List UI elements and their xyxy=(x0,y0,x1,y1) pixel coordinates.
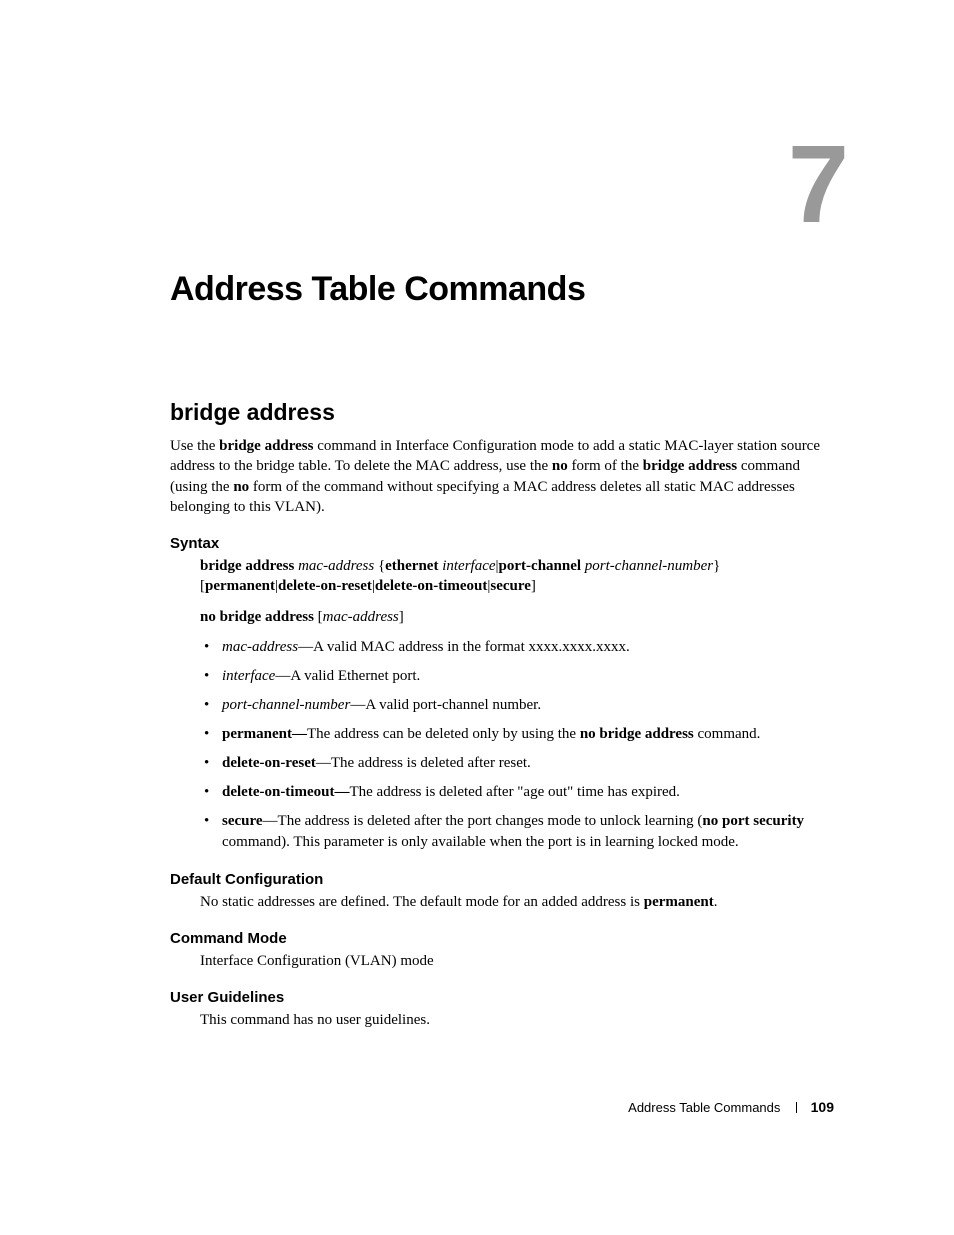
syntax-line-2: no bridge address [mac-address] xyxy=(200,607,834,627)
list-item: mac-address—A valid MAC address in the f… xyxy=(200,637,834,658)
param-desc-bold: no port security xyxy=(702,813,804,829)
param-desc: —The address is deleted after the port c… xyxy=(263,813,703,829)
command-mode-text: Interface Configuration (VLAN) mode xyxy=(200,951,834,971)
text: ] xyxy=(531,578,536,594)
param-name: mac-address xyxy=(222,639,298,655)
text-bold: no bridge address xyxy=(200,609,314,625)
section-title: bridge address xyxy=(170,399,834,426)
list-item: delete-on-reset—The address is deleted a… xyxy=(200,753,834,774)
list-item: delete-on-timeout—The address is deleted… xyxy=(200,782,834,803)
text: Use the xyxy=(170,438,219,454)
page-number: 109 xyxy=(811,1099,834,1115)
text-bold: secure xyxy=(490,578,531,594)
text-bold: port-channel xyxy=(499,558,585,574)
default-config-text: No static addresses are defined. The def… xyxy=(200,892,834,912)
param-name: delete-on-reset xyxy=(222,755,316,771)
chapter-title: Address Table Commands xyxy=(170,270,834,309)
text-italic: port-channel-number xyxy=(585,558,713,574)
footer-label: Address Table Commands xyxy=(628,1100,780,1115)
page-footer: Address Table Commands 109 xyxy=(628,1099,834,1115)
text-bold: bridge address xyxy=(200,558,298,574)
param-desc: —A valid MAC address in the format xxxx.… xyxy=(298,639,630,655)
list-item: secure—The address is deleted after the … xyxy=(200,811,834,853)
section-intro: Use the bridge address command in Interf… xyxy=(170,436,834,517)
document-page: 7 Address Table Commands bridge address … xyxy=(0,0,954,1235)
text: . xyxy=(714,894,718,910)
default-config-heading: Default Configuration xyxy=(170,871,834,888)
list-item: permanent—The address can be deleted onl… xyxy=(200,724,834,745)
param-desc-bold: no bridge address xyxy=(580,726,694,742)
command-mode-heading: Command Mode xyxy=(170,930,834,947)
param-desc: The address can be deleted only by using… xyxy=(307,726,580,742)
text-bold: no xyxy=(233,479,249,495)
param-desc: command. xyxy=(694,726,761,742)
footer-separator xyxy=(796,1102,797,1113)
param-desc: command). This parameter is only availab… xyxy=(222,834,739,850)
text: { xyxy=(374,558,385,574)
param-name: interface xyxy=(222,668,275,684)
text-bold: bridge address xyxy=(219,438,313,454)
param-name: secure xyxy=(222,813,263,829)
user-guidelines-heading: User Guidelines xyxy=(170,989,834,1006)
param-name: port-channel-number xyxy=(222,697,350,713)
param-desc: —A valid Ethernet port. xyxy=(275,668,420,684)
syntax-line-1: bridge address mac-address {ethernet int… xyxy=(200,556,834,597)
list-item: interface—A valid Ethernet port. xyxy=(200,666,834,687)
text: form of the xyxy=(568,458,643,474)
text: No static addresses are defined. The def… xyxy=(200,894,644,910)
param-desc: The address is deleted after "age out" t… xyxy=(349,784,679,800)
text-bold: delete-on-reset xyxy=(278,578,372,594)
text-bold: ethernet xyxy=(385,558,442,574)
parameter-list: mac-address—A valid MAC address in the f… xyxy=(200,637,834,853)
param-name: delete-on-timeout— xyxy=(222,784,349,800)
param-desc: —A valid port-channel number. xyxy=(350,697,541,713)
text-italic: mac-address xyxy=(323,609,399,625)
text-bold: permanent xyxy=(205,578,275,594)
text: ] xyxy=(399,609,404,625)
text-bold: bridge address xyxy=(643,458,737,474)
user-guidelines-text: This command has no user guidelines. xyxy=(200,1010,834,1030)
param-desc: —The address is deleted after reset. xyxy=(316,755,531,771)
param-name: permanent— xyxy=(222,726,307,742)
syntax-heading: Syntax xyxy=(170,535,834,552)
text-bold: permanent xyxy=(644,894,714,910)
text-italic: mac-address xyxy=(298,558,374,574)
text-bold: delete-on-timeout xyxy=(375,578,487,594)
text-bold: no xyxy=(552,458,568,474)
list-item: port-channel-number—A valid port-channel… xyxy=(200,695,834,716)
text: form of the command without specifying a… xyxy=(170,479,795,515)
chapter-number: 7 xyxy=(788,130,849,240)
text: [ xyxy=(314,609,323,625)
text-italic: interface xyxy=(442,558,495,574)
